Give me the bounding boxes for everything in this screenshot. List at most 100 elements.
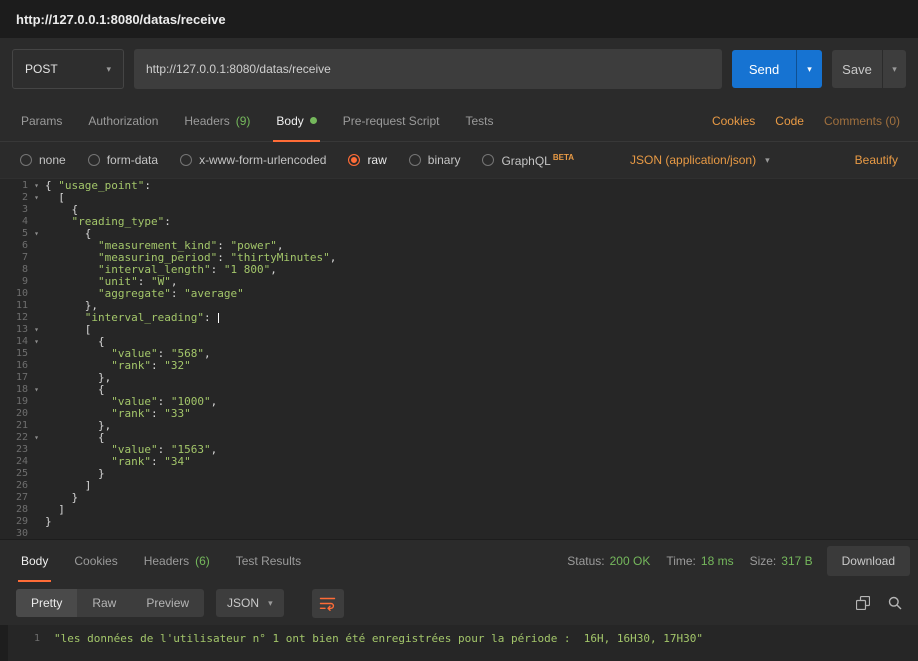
fold-arrow-icon[interactable]: ▾ xyxy=(28,192,45,204)
tab-params[interactable]: Params xyxy=(8,100,75,141)
response-tab-body[interactable]: Body xyxy=(8,540,61,582)
response-tab-cookies[interactable]: Cookies xyxy=(61,540,130,581)
time-label: Time: xyxy=(666,553,696,568)
editor-line[interactable]: 10 "aggregate": "average" xyxy=(0,288,918,300)
view-preview-button[interactable]: Preview xyxy=(131,589,204,617)
send-button-group: Send ▾ xyxy=(732,50,822,88)
tab-authorization[interactable]: Authorization xyxy=(75,100,171,141)
wrap-lines-button[interactable] xyxy=(311,588,344,618)
editor-line[interactable]: 25 } xyxy=(0,468,918,480)
editor-line[interactable]: 21 }, xyxy=(0,420,918,432)
editor-line[interactable]: 27 } xyxy=(0,492,918,504)
editor-line[interactable]: 26 ] xyxy=(0,480,918,492)
request-body-editor[interactable]: 1 ▾{ "usage_point": 2 ▾ [3 {4 "reading_type… xyxy=(0,179,918,539)
editor-line[interactable]: 20 "rank": "33" xyxy=(0,408,918,420)
content-type-label: JSON (application/json) xyxy=(630,153,757,167)
body-type-raw[interactable]: raw xyxy=(348,153,387,167)
editor-line[interactable]: 29} xyxy=(0,516,918,528)
line-number: 22 xyxy=(15,432,28,443)
response-viewer-toolbar: Pretty Raw Preview JSON ▾ xyxy=(0,581,918,625)
editor-line[interactable]: 28 ] xyxy=(0,504,918,516)
fold-gutter xyxy=(28,312,45,324)
editor-line[interactable]: 16 "rank": "32" xyxy=(0,360,918,372)
line-number: 9 xyxy=(21,276,28,287)
body-type-binary[interactable]: binary xyxy=(408,153,460,167)
view-raw-button[interactable]: Raw xyxy=(77,589,131,617)
save-button[interactable]: Save xyxy=(832,50,882,88)
cookies-link[interactable]: Cookies xyxy=(712,114,755,128)
fold-gutter xyxy=(28,468,45,480)
body-present-dot xyxy=(309,117,317,124)
editor-line[interactable]: 1 ▾{ "usage_point": xyxy=(0,180,918,192)
editor-line[interactable]: 4 "reading_type": xyxy=(0,216,918,228)
chevron-down-icon: ▾ xyxy=(892,63,897,74)
radio-icon xyxy=(87,154,100,166)
line-number: 18 xyxy=(15,384,28,395)
save-options-button[interactable]: ▾ xyxy=(882,50,906,88)
send-button[interactable]: Send xyxy=(732,50,796,88)
save-button-group: Save ▾ xyxy=(832,50,906,88)
beta-badge: BETA xyxy=(552,152,575,162)
body-type-bar: none form-data x-www-form-urlencoded raw… xyxy=(0,142,918,179)
editor-line[interactable]: 24 "rank": "34" xyxy=(0,456,918,468)
copy-response-button[interactable] xyxy=(856,596,870,610)
radio-label: GraphQL BETA xyxy=(501,152,575,168)
fold-gutter xyxy=(28,420,45,432)
send-options-button[interactable]: ▾ xyxy=(796,50,822,88)
fold-gutter xyxy=(28,408,45,420)
copy-icon xyxy=(856,596,870,610)
editor-line[interactable]: 13 ▾ [ xyxy=(0,324,918,336)
fold-arrow-icon[interactable]: ▾ xyxy=(28,336,45,348)
line-number: 26 xyxy=(15,480,28,491)
chevron-down-icon: ▾ xyxy=(765,154,770,165)
body-type-graphql[interactable]: GraphQL BETA xyxy=(482,153,574,168)
response-line: 1 "les données de l'utilisateur n° 1 ont… xyxy=(0,632,918,646)
response-format-select[interactable]: JSON ▾ xyxy=(216,589,284,617)
download-button[interactable]: Download xyxy=(826,545,910,576)
line-number: 4 xyxy=(21,216,28,227)
viewer-toolbar-right xyxy=(856,596,902,610)
fold-arrow-icon[interactable]: ▾ xyxy=(28,180,45,192)
response-tab-test-results[interactable]: Test Results xyxy=(223,540,314,581)
line-number: 8 xyxy=(21,264,28,275)
view-pretty-button[interactable]: Pretty xyxy=(16,589,78,617)
line-number: 30 xyxy=(15,528,28,539)
body-type-none[interactable]: none xyxy=(20,153,66,167)
response-body-viewer[interactable]: 1 "les données de l'utilisateur n° 1 ont… xyxy=(0,625,918,661)
line-number: 17 xyxy=(15,372,28,383)
line-number: 10 xyxy=(15,288,28,299)
tab-tests[interactable]: Tests xyxy=(452,100,506,141)
tab-body[interactable]: Body xyxy=(263,100,329,142)
code-link[interactable]: Code xyxy=(775,114,804,128)
editor-line[interactable]: 2 ▾ [ xyxy=(0,192,918,204)
radio-label: form-data xyxy=(106,153,159,167)
beautify-link[interactable]: Beautify xyxy=(855,153,898,167)
tab-label: Headers xyxy=(184,113,230,128)
url-input[interactable] xyxy=(134,49,722,89)
tab-pre-request-script[interactable]: Pre-request Script xyxy=(330,100,453,141)
method-select[interactable]: POST ▾ xyxy=(12,49,124,89)
response-tab-headers[interactable]: Headers (6) xyxy=(131,540,223,581)
fold-arrow-icon[interactable]: ▾ xyxy=(28,228,45,240)
editor-line[interactable]: 12 "interval_reading": xyxy=(0,312,918,324)
comments-link[interactable]: Comments (0) xyxy=(824,114,900,128)
headers-count-badge: (9) xyxy=(235,113,251,128)
fold-arrow-icon[interactable]: ▾ xyxy=(28,432,45,444)
content-type-select[interactable]: JSON (application/json) ▾ xyxy=(630,153,770,167)
fold-arrow-icon[interactable]: ▾ xyxy=(28,324,45,336)
fold-arrow-icon[interactable]: ▾ xyxy=(28,384,45,396)
body-type-urlencoded[interactable]: x-www-form-urlencoded xyxy=(180,153,326,167)
fold-gutter xyxy=(28,276,45,288)
format-label: JSON xyxy=(227,596,260,610)
editor-line[interactable]: 30 xyxy=(0,528,918,539)
line-number: 16 xyxy=(15,360,28,371)
line-number: 29 xyxy=(15,516,28,527)
wrap-text-icon xyxy=(319,597,336,611)
tab-label: Headers xyxy=(143,553,190,568)
body-type-form-data[interactable]: form-data xyxy=(87,153,159,167)
tab-headers[interactable]: Headers (9) xyxy=(171,100,263,141)
editor-line[interactable]: 17 }, xyxy=(0,372,918,384)
fold-gutter xyxy=(28,528,45,539)
search-response-button[interactable] xyxy=(888,596,902,610)
fold-gutter xyxy=(28,348,45,360)
